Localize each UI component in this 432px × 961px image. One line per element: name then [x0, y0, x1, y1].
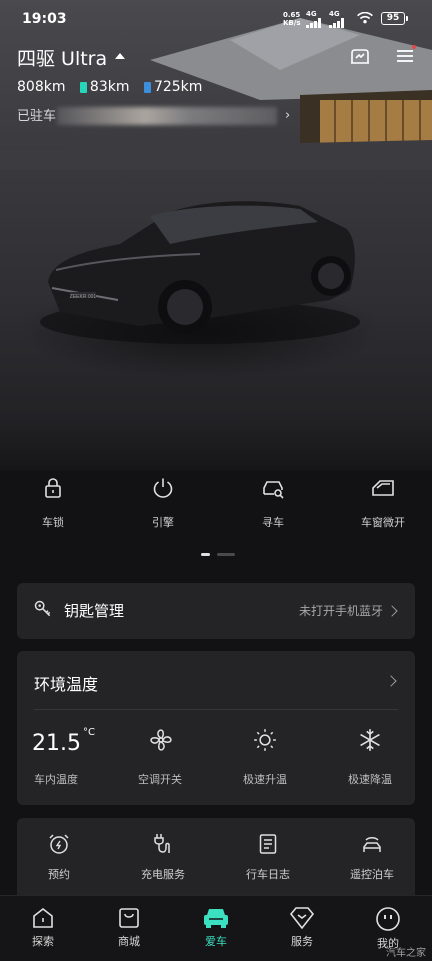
remote-parking-icon — [363, 837, 381, 852]
environment-title: 环境温度 — [34, 675, 99, 694]
clock: 19:03 — [22, 11, 67, 27]
signal-icon — [306, 18, 321, 28]
range-info: 808km 83km 725km — [17, 79, 202, 95]
cabin-temperature-label: 车内温度 — [34, 773, 78, 786]
nav-explore-label: 探索 — [32, 935, 54, 948]
nav-service-label: 服务 — [291, 935, 313, 948]
quick-controls: 车锁 引擎 寻车 车窗微开 — [0, 476, 432, 536]
temperature-value: 21.5 — [32, 731, 81, 756]
control-lock[interactable]: 车锁 — [8, 476, 98, 530]
car-logo: ZEEKR 001 — [70, 294, 97, 300]
snowflake-icon — [360, 729, 380, 751]
service-reservation[interactable]: 预约 — [14, 832, 104, 882]
caret-icon — [115, 53, 125, 59]
wifi-icon — [357, 12, 373, 24]
rapid-cool[interactable] — [325, 727, 415, 757]
battery-indicator: 95 — [381, 12, 408, 25]
service-logbook[interactable]: 行车日志 — [223, 832, 313, 882]
shopping-bag-icon — [119, 908, 139, 928]
car-icon — [204, 909, 228, 928]
network-type-2: 4G — [329, 10, 340, 18]
watermark: 汽车之家 — [386, 948, 426, 959]
control-lock-label: 车锁 — [42, 516, 64, 529]
nav-shop[interactable]: 商城 — [99, 906, 159, 949]
logbook-icon — [259, 834, 277, 854]
location-redacted — [57, 107, 277, 125]
ac-toggle[interactable] — [116, 727, 206, 757]
vehicle-check-icon[interactable] — [348, 44, 372, 68]
electric-battery-icon — [79, 81, 87, 93]
charging-plug-icon — [154, 834, 170, 853]
menu-icon[interactable] — [393, 44, 417, 68]
control-engine-label: 引擎 — [152, 516, 174, 529]
service-logbook-label: 行车日志 — [246, 868, 290, 881]
control-find-car-label: 寻车 — [262, 516, 284, 529]
total-range: 808km — [17, 79, 66, 95]
bluetooth-status: 未打开手机蓝牙 — [298, 604, 383, 618]
nav-shop-label: 商城 — [118, 935, 140, 948]
car-selector[interactable]: 四驱 Ultra — [17, 44, 125, 71]
key-management-card[interactable]: 钥匙管理 未打开手机蓝牙 — [17, 583, 415, 639]
network-speed: 0.65 KB/s — [283, 11, 301, 27]
key-icon — [34, 600, 51, 617]
page-dot — [217, 553, 236, 556]
control-window[interactable]: 车窗微开 — [338, 476, 428, 530]
fuel-battery-icon — [143, 81, 151, 93]
control-find-car[interactable]: 寻车 — [228, 476, 318, 530]
control-engine[interactable]: 引擎 — [118, 476, 208, 530]
page-indicator — [201, 553, 236, 572]
window-icon — [372, 480, 394, 496]
smiley-icon — [376, 907, 400, 931]
rapid-heat-label: 极速升温 — [243, 773, 287, 786]
rapid-cool-label: 极速降温 — [348, 773, 392, 786]
chevron-right-icon[interactable] — [385, 675, 397, 687]
signal-icon-2 — [329, 18, 344, 28]
nav-my-car-label: 爱车 — [205, 935, 227, 948]
status-bar: 19:03 0.65 KB/s 4G 4G 95 — [0, 0, 432, 38]
service-charging[interactable]: 充电服务 — [118, 832, 208, 882]
car-title: 四驱 Ultra — [17, 48, 108, 70]
key-management-title: 钥匙管理 — [64, 602, 125, 620]
page-dot-active — [201, 553, 210, 556]
bottom-nav: 探索 商城 爱车 服务 我的 — [0, 895, 432, 961]
find-car-icon — [263, 481, 284, 499]
power-icon — [153, 478, 173, 498]
parking-prefix: 已驻车 — [17, 109, 57, 124]
service-remote-parking[interactable]: 遥控泊车 — [327, 832, 417, 882]
temperature-unit: °C — [82, 727, 95, 738]
service-charging-label: 充电服务 — [141, 868, 185, 881]
diamond-icon — [289, 907, 315, 930]
lock-icon — [45, 478, 61, 498]
chevron-right-icon: › — [285, 108, 291, 123]
parking-location[interactable]: 已驻车 › — [17, 105, 297, 127]
cabin-temperature: 21.5 °C — [32, 727, 95, 756]
electric-range: 83km — [89, 79, 130, 95]
fuel-range: 725km — [153, 79, 203, 95]
fan-icon — [150, 729, 172, 751]
nav-explore[interactable]: 探索 — [13, 906, 73, 949]
alarm-clock-icon — [49, 834, 69, 854]
nav-service[interactable]: 服务 — [272, 906, 332, 949]
sun-icon — [254, 729, 276, 751]
ac-toggle-label: 空调开关 — [138, 773, 182, 786]
network-type-1: 4G — [306, 10, 317, 18]
home-icon — [33, 907, 53, 928]
service-remote-parking-label: 遥控泊车 — [350, 868, 394, 881]
divider — [34, 709, 398, 710]
control-window-label: 车窗微开 — [361, 516, 405, 529]
nav-my-car[interactable]: 爱车 — [186, 906, 246, 949]
service-reservation-label: 预约 — [48, 868, 70, 881]
rapid-heat[interactable] — [220, 727, 310, 757]
environment-card: 环境温度 21.5 °C 车内温度 空调开关 极速升温 极速降温 — [17, 651, 415, 805]
chevron-right-icon — [386, 605, 398, 617]
